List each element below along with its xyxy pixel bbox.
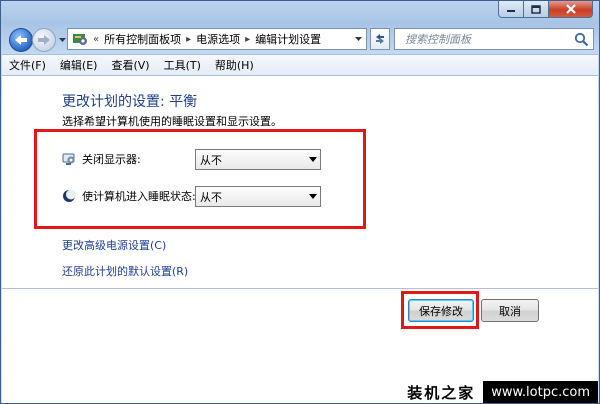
breadcrumb-all-items[interactable]: 所有控制面板项 (104, 31, 181, 47)
watermark-brand: 装机之家 (407, 383, 476, 402)
address-dropdown[interactable] (350, 29, 366, 49)
arrow-right-icon (38, 35, 50, 45)
chevron-down-icon (354, 36, 362, 41)
refresh-button[interactable] (370, 28, 390, 50)
search-box[interactable] (394, 28, 594, 50)
content-pane: 更改计划的设置: 平衡 选择希望计算机使用的睡眠设置和显示设置。 关闭显示器: … (2, 76, 598, 403)
breadcrumb-overflow[interactable]: « (93, 34, 99, 45)
highlight-box-save (401, 291, 479, 329)
close-icon (565, 4, 576, 14)
cancel-button[interactable]: 取消 (481, 299, 539, 322)
control-panel-icon (73, 34, 87, 45)
menu-edit[interactable]: 编辑(E) (53, 57, 105, 73)
chevron-down-icon (58, 37, 66, 42)
menu-help[interactable]: 帮助(H) (208, 57, 261, 73)
advanced-power-settings-link[interactable]: 更改高级电源设置(C) (62, 237, 166, 253)
watermark-url: www.lotpc.com (483, 381, 598, 403)
page-description: 选择希望计算机使用的睡眠设置和显示设置。 (62, 115, 282, 128)
minimize-icon (507, 10, 515, 12)
divider (2, 288, 598, 289)
recent-pages-dropdown[interactable] (58, 36, 66, 44)
watermark: 装机之家 www.lotpc.com (407, 381, 598, 403)
restore-defaults-link[interactable]: 还原此计划的默认设置(R) (62, 263, 188, 279)
forward-button[interactable] (32, 28, 56, 52)
chevron-right-icon[interactable]: ▸ (245, 34, 250, 45)
close-button[interactable] (549, 1, 593, 18)
minimize-button[interactable] (498, 1, 524, 18)
maximize-icon (531, 4, 541, 14)
search-icon[interactable] (574, 32, 589, 47)
search-input[interactable] (403, 31, 577, 47)
breadcrumb-power-options[interactable]: 电源选项 (196, 31, 240, 47)
menu-file[interactable]: 文件(F) (2, 57, 53, 73)
menu-view[interactable]: 查看(V) (104, 57, 156, 73)
address-bar[interactable]: « 所有控制面板项 ▸ 电源选项 ▸ 编辑计划设置 (67, 28, 367, 50)
chevron-right-icon[interactable]: ▸ (186, 34, 191, 45)
highlight-box-settings (34, 129, 366, 229)
window-controls (498, 1, 593, 19)
arrow-left-icon (15, 35, 27, 45)
back-button[interactable] (9, 28, 33, 52)
breadcrumb-edit-plan[interactable]: 编辑计划设置 (255, 31, 321, 47)
menu-tools[interactable]: 工具(T) (157, 57, 208, 73)
maximize-button[interactable] (524, 1, 549, 18)
refresh-icon (376, 34, 384, 44)
page-title: 更改计划的设置: 平衡 (62, 94, 198, 110)
window-frame: « 所有控制面板项 ▸ 电源选项 ▸ 编辑计划设置 文件(F) 编辑(E) 查看… (0, 0, 600, 404)
menu-bar: 文件(F) 编辑(E) 查看(V) 工具(T) 帮助(H) (2, 54, 598, 76)
